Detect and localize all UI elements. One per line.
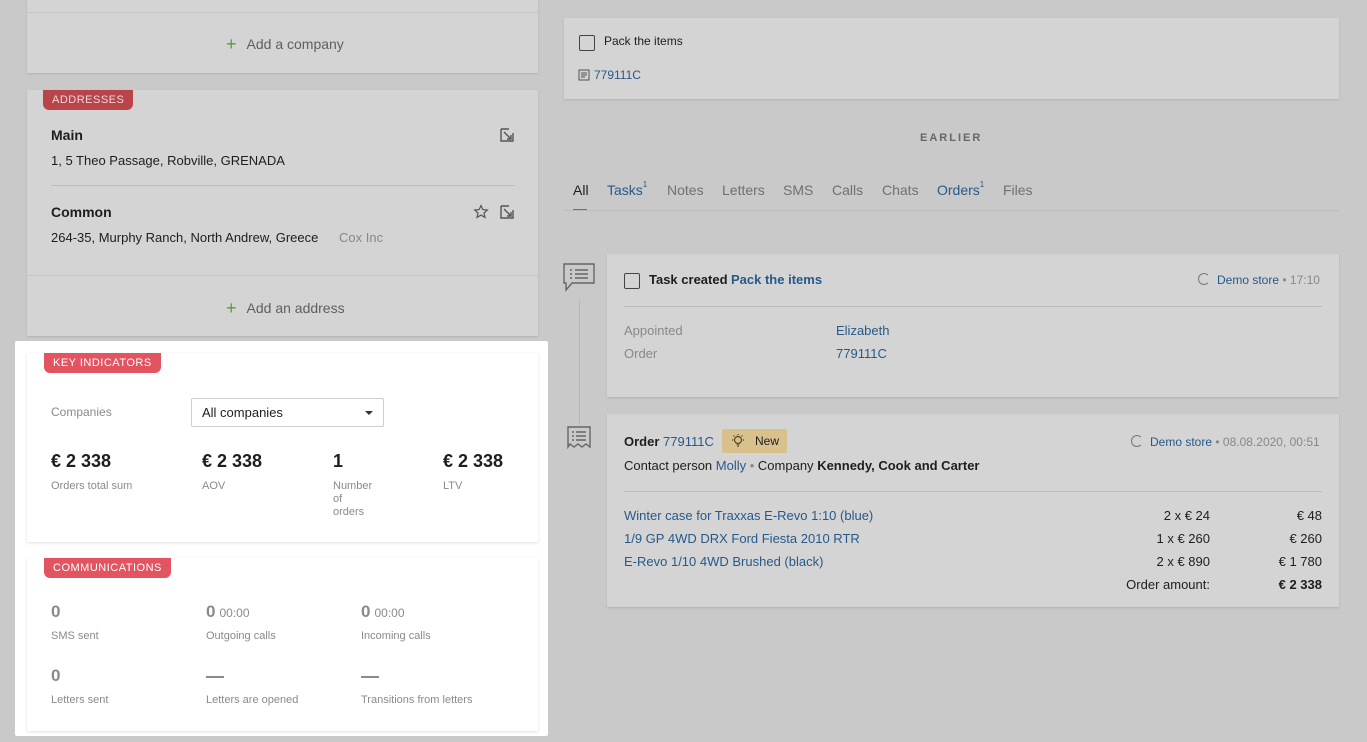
edit-address-icon[interactable] xyxy=(499,127,515,143)
edit-address-icon[interactable] xyxy=(499,204,515,220)
outgoing-calls-label: Outgoing calls xyxy=(206,630,276,642)
transitions-label: Transitions from letters xyxy=(361,694,473,706)
communications-badge: COMMUNICATIONS xyxy=(44,558,171,578)
lightbulb-icon xyxy=(732,434,744,447)
transitions-dash xyxy=(361,676,379,678)
incoming-calls-time: 00:00 xyxy=(374,606,405,620)
timeline-line xyxy=(579,300,580,425)
sms-sent-label: SMS sent xyxy=(51,630,99,642)
tab-files[interactable]: Files xyxy=(1003,182,1033,198)
outgoing-calls-value: 0 00:00 xyxy=(206,602,250,621)
tab-calls[interactable]: Calls xyxy=(832,182,863,198)
letters-sent-label: Letters sent xyxy=(51,694,109,706)
receipt-icon xyxy=(567,426,591,450)
order-item-sum: € 48 xyxy=(1296,508,1322,523)
order-label: Order xyxy=(624,346,658,361)
order-item-name[interactable]: 1/9 GP 4WD DRX Ford Fiesta 2010 RTR xyxy=(624,531,860,546)
order-item-qty: 2 x € 24 xyxy=(1163,508,1210,523)
order-item-name[interactable]: Winter case for Traxxas E-Revo 1:10 (blu… xyxy=(624,508,873,523)
order-item-qty: 1 x € 260 xyxy=(1156,531,1211,546)
tab-sms[interactable]: SMS xyxy=(783,182,813,198)
address-title-main: Main xyxy=(51,127,83,143)
metric-orders-count-label-2: of xyxy=(333,493,343,505)
appointed-value[interactable]: Elizabeth xyxy=(836,323,889,338)
add-address-link[interactable]: + Add an address xyxy=(226,298,345,319)
tab-notes[interactable]: Notes xyxy=(667,182,704,198)
task-event-checkbox[interactable] xyxy=(624,273,640,289)
plus-icon: + xyxy=(226,298,237,318)
top-task-title: Pack the items xyxy=(604,34,683,48)
order-item-sum: € 260 xyxy=(1289,531,1322,546)
letters-opened-label: Letters are opened xyxy=(206,694,299,706)
metric-orders-count-label-3: orders xyxy=(333,506,365,518)
letters-opened-dash xyxy=(206,676,224,678)
outgoing-calls-time: 00:00 xyxy=(219,606,250,620)
address-common: 264-35, Murphy Ranch, North Andrew, Gree… xyxy=(51,230,319,245)
task-event-store: Demo store • 17:10 xyxy=(1198,273,1320,287)
key-indicators-badge: KEY INDICATORS xyxy=(44,353,161,373)
metric-orders-total-label: Orders total sum xyxy=(51,480,133,492)
comment-list-icon xyxy=(563,263,595,292)
addresses-badge: ADDRESSES xyxy=(43,90,134,110)
address-main: 1, 5 Theo Passage, Robville, GRENADA xyxy=(51,153,285,168)
task-checkbox[interactable] xyxy=(579,35,595,51)
store-icon xyxy=(1198,273,1210,285)
metric-aov-value: € 2 338 xyxy=(202,451,263,471)
plus-icon: + xyxy=(226,34,237,54)
task-event-prefix: Task created xyxy=(649,272,728,287)
companies-label: Companies xyxy=(51,405,112,419)
order-item-sum: € 1 780 xyxy=(1278,554,1322,569)
letters-sent-value: 0 xyxy=(51,666,61,685)
task-event-link[interactable]: Pack the items xyxy=(731,272,822,287)
order-event-store: Demo store • 08.08.2020, 00:51 xyxy=(1131,435,1320,449)
appointed-label: Appointed xyxy=(624,323,683,338)
tab-letters[interactable]: Letters xyxy=(722,182,765,198)
order-contact-line: Contact person Molly • Company Kennedy, … xyxy=(624,458,980,473)
incoming-calls-value: 0 00:00 xyxy=(361,602,405,621)
metric-aov-label: AOV xyxy=(202,480,226,492)
earlier-heading: EARLIER xyxy=(920,132,983,144)
order-event-prefix: Order xyxy=(624,434,660,449)
order-item-name[interactable]: E-Revo 1/10 4WD Brushed (black) xyxy=(624,554,823,569)
order-amount-label: Order amount: xyxy=(1126,577,1210,592)
tab-tasks[interactable]: Tasks1 xyxy=(607,180,647,198)
metric-ltv-value: € 2 338 xyxy=(443,451,504,471)
key-indicators-card xyxy=(27,353,538,542)
tab-all[interactable]: All xyxy=(573,182,589,198)
order-amount-value: € 2 338 xyxy=(1278,577,1322,592)
tab-chats[interactable]: Chats xyxy=(882,182,919,198)
companies-select[interactable]: All companies xyxy=(191,398,384,427)
add-company-link[interactable]: + Add a company xyxy=(226,34,344,55)
order-item-qty: 2 x € 890 xyxy=(1156,554,1211,569)
tabs-divider xyxy=(564,210,1339,211)
order-event-number[interactable]: 779111C xyxy=(663,434,714,449)
metric-orders-total-value: € 2 338 xyxy=(51,451,112,471)
tab-orders[interactable]: Orders1 xyxy=(937,180,984,198)
address-title-common: Common xyxy=(51,204,112,220)
address-company: Cox Inc xyxy=(339,230,384,245)
metric-ltv-label: LTV xyxy=(443,480,463,492)
metric-orders-count-label-1: Number xyxy=(333,480,373,492)
top-task-order-link[interactable]: 779111C xyxy=(594,68,641,82)
status-badge: New xyxy=(722,429,787,453)
order-icon xyxy=(578,69,590,81)
star-icon[interactable] xyxy=(473,204,489,220)
top-task-card xyxy=(564,18,1339,99)
incoming-calls-label: Incoming calls xyxy=(361,630,431,642)
order-value[interactable]: 779111C xyxy=(836,346,887,361)
store-icon xyxy=(1131,435,1143,447)
sms-sent-value: 0 xyxy=(51,602,61,621)
caret-down-icon xyxy=(365,411,373,415)
metric-orders-count-value: 1 xyxy=(333,451,344,471)
